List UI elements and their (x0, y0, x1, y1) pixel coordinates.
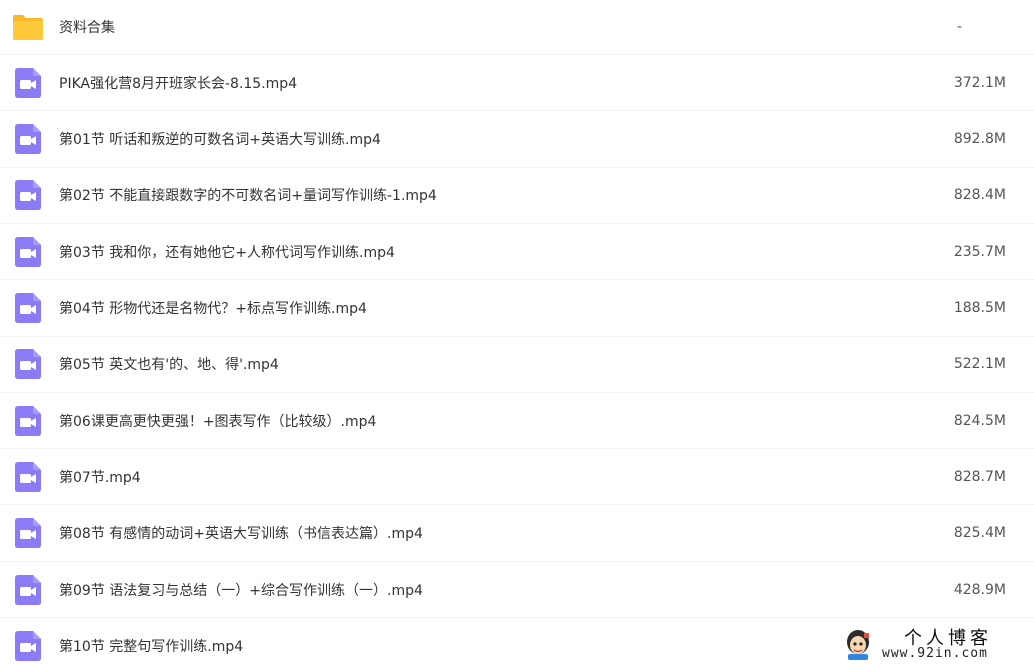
video-file-icon (15, 67, 41, 98)
file-size: 824.5M (953, 412, 1006, 429)
file-row[interactable]: 第03节 我和你，还有她他它+人称代词写作训练.mp4 235.7M (0, 224, 1034, 281)
file-name[interactable]: 第06课更高更快更强！+图表写作（比较级）.mp4 (59, 411, 376, 431)
video-file-icon (15, 405, 41, 436)
file-name[interactable]: 第02节 不能直接跟数字的不可数名词+量词写作训练-1.mp4 (59, 185, 437, 205)
file-type-icon-wrap (12, 348, 44, 380)
video-file-icon (15, 574, 41, 605)
video-file-icon (15, 180, 41, 211)
file-size: 892.8M (953, 131, 1006, 148)
video-file-icon (15, 630, 41, 661)
file-size: - (956, 18, 962, 35)
file-row[interactable]: PIKA强化营8月开班家长会-8.15.mp4 372.1M (0, 55, 1034, 112)
file-size: 522.1M (953, 356, 1006, 373)
video-file-icon (15, 518, 41, 549)
video-file-icon (15, 293, 41, 323)
file-row[interactable]: 第07节.mp4 828.7M (0, 449, 1034, 506)
file-type-icon-wrap (12, 179, 44, 211)
file-row[interactable]: 第08节 有感情的动词+英语大写训练（书信表达篇）.mp4 825.4M (0, 506, 1034, 562)
file-type-icon-wrap (12, 461, 44, 493)
folder-row[interactable]: 资料合集 - (0, 0, 1034, 55)
folder-icon (13, 14, 43, 40)
file-type-icon-wrap (12, 574, 44, 606)
file-type-icon-wrap (12, 517, 44, 549)
file-row[interactable]: 第02节 不能直接跟数字的不可数名词+量词写作训练-1.mp4 828.4M (0, 168, 1034, 224)
file-size: 428.9M (953, 581, 1006, 598)
file-type-icon-wrap (12, 236, 44, 268)
file-row[interactable]: 第06课更高更快更强！+图表写作（比较级）.mp4 824.5M (0, 393, 1034, 450)
file-name[interactable]: 第01节 听话和叛逆的可数名词+英语大写训练.mp4 (59, 129, 381, 149)
file-name[interactable]: PIKA强化营8月开班家长会-8.15.mp4 (59, 73, 297, 93)
file-size: 825.4M (953, 525, 1006, 542)
file-row[interactable]: 第04节 形物代还是名物代？+标点写作训练.mp4 188.5M (0, 281, 1034, 337)
video-file-icon (15, 124, 41, 155)
file-type-icon-wrap (12, 405, 44, 437)
video-file-icon (15, 236, 41, 267)
file-type-icon-wrap (12, 11, 44, 43)
file-name[interactable]: 第07节.mp4 (59, 467, 141, 487)
file-row[interactable]: 第05节 英文也有'的、地、得'.mp4 522.1M (0, 337, 1034, 393)
avatar-face-icon (847, 630, 869, 660)
file-size: 828.4M (953, 187, 1006, 204)
file-name[interactable]: 第10节 完整句写作训练.mp4 (59, 636, 243, 656)
file-name[interactable]: 资料合集 (59, 17, 115, 37)
file-name[interactable]: 第09节 语法复习与总结（一）+综合写作训练（一）.mp4 (59, 580, 423, 600)
file-name[interactable]: 第04节 形物代还是名物代？+标点写作训练.mp4 (59, 298, 367, 318)
file-row[interactable]: 第09节 语法复习与总结（一）+综合写作训练（一）.mp4 428.9M (0, 562, 1034, 618)
file-size: 188.5M (953, 300, 1006, 316)
file-size: 372.1M (953, 74, 1006, 91)
file-name[interactable]: 第05节 英文也有'的、地、得'.mp4 (59, 354, 279, 374)
file-row[interactable]: 第01节 听话和叛逆的可数名词+英语大写训练.mp4 892.8M (0, 112, 1034, 168)
file-type-icon-wrap (12, 630, 44, 662)
file-list: 资料合集 - PIKA强化营8月开班家长会-8.15.mp4 372.1M 第01节 听… (0, 0, 1034, 667)
video-file-icon (15, 461, 41, 492)
file-name[interactable]: 第03节 我和你，还有她他它+人称代词写作训练.mp4 (59, 242, 395, 262)
file-name[interactable]: 第08节 有感情的动词+英语大写训练（书信表达篇）.mp4 (59, 523, 423, 543)
file-type-icon-wrap (12, 123, 44, 155)
video-file-icon (15, 349, 41, 380)
file-size: 235.7M (953, 243, 1006, 260)
file-size: 828.7M (953, 468, 1006, 485)
file-type-icon-wrap (12, 67, 44, 99)
watermark-url: www.92in.com (882, 646, 988, 661)
watermark: 个人博客 www.92in.com (838, 622, 1034, 667)
file-type-icon-wrap (12, 292, 44, 324)
